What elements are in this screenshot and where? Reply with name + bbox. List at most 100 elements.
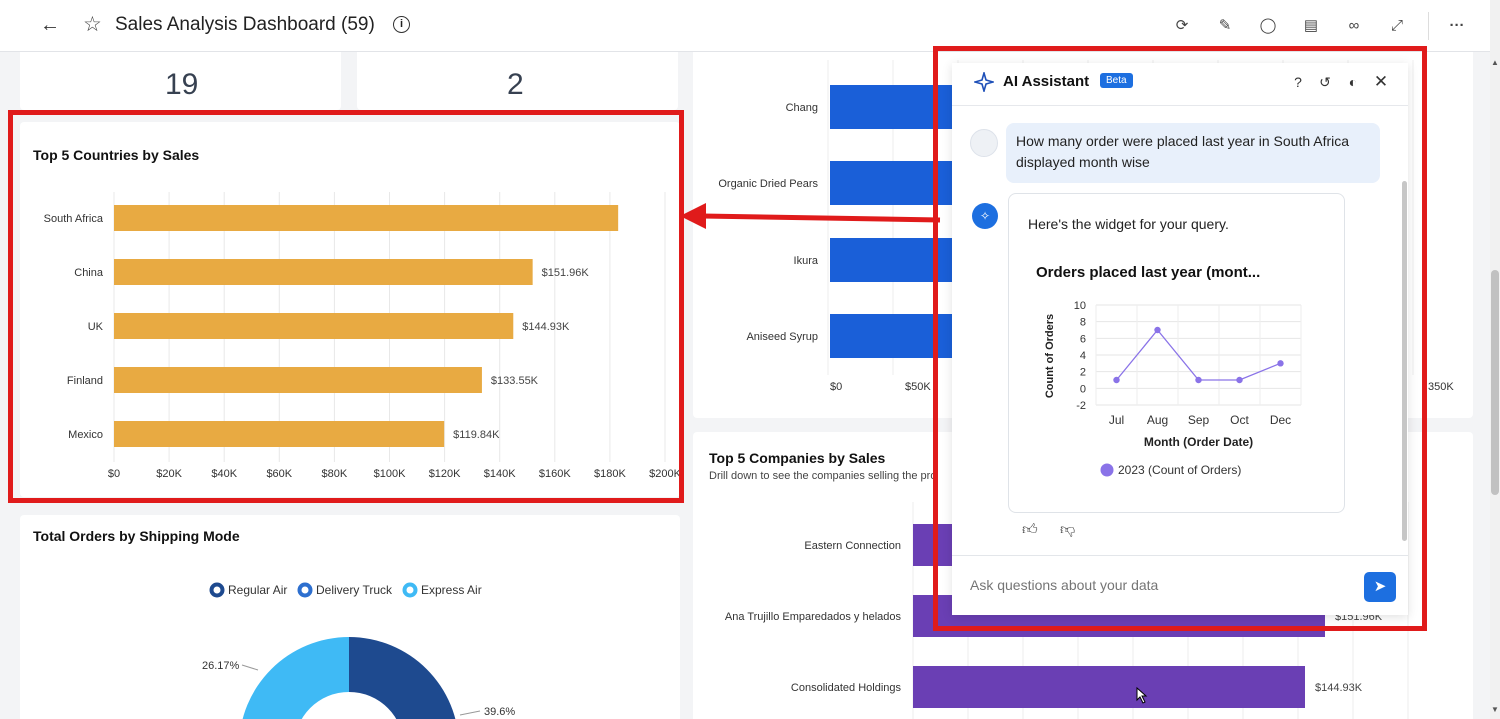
category-label: Consolidated Holdings <box>791 682 902 694</box>
x-tick-label: $140K <box>484 468 516 480</box>
category-label: Mexico <box>68 429 103 441</box>
legend-marker <box>297 582 313 598</box>
x-axis-title: Month (Order Date) <box>1144 435 1253 449</box>
leader-line <box>241 664 259 671</box>
data-label: $119.84K <box>453 429 500 441</box>
x-tick-label: $200K <box>649 468 680 480</box>
x-tick-label: $120K <box>429 468 461 480</box>
data-point <box>1113 376 1120 384</box>
y-tick-label: 0 <box>1080 383 1086 395</box>
legend-marker <box>1100 463 1114 477</box>
leader-line <box>459 710 481 716</box>
y-tick-label: 8 <box>1080 317 1086 329</box>
legend-marker <box>209 582 225 598</box>
chat-input[interactable] <box>970 570 1350 600</box>
thumbs-down-icon[interactable]: 👎︎ <box>1060 521 1075 539</box>
y-axis-title: Count of Orders <box>1044 314 1056 398</box>
data-label: $144.93K <box>522 321 570 333</box>
user-avatar <box>970 129 998 157</box>
x-tick-label: 350K <box>1428 381 1454 393</box>
x-tick-label: $0 <box>108 468 120 480</box>
refresh-icon[interactable]: ⟳ <box>1171 15 1193 37</box>
data-point <box>1154 326 1161 334</box>
data-point <box>1236 376 1243 384</box>
countries-bar-chart: $0 $20K $40K $60K $80K $100K $120K $140K $160K $1… <box>44 192 680 480</box>
schedule-icon[interactable]: ▤ <box>1300 15 1322 37</box>
data-label: $133.55K <box>491 375 539 387</box>
sparkle-icon <box>974 72 994 92</box>
chat-input-row: ➤ <box>952 555 1408 615</box>
x-tick-label: Aug <box>1147 413 1168 427</box>
more-icon[interactable]: ··· <box>1446 15 1468 37</box>
user-message: How many order were placed last year in … <box>1006 123 1380 183</box>
scroll-down-icon[interactable]: ▼ <box>1490 705 1500 714</box>
x-tick-label: $160K <box>539 468 571 480</box>
data-point <box>1277 360 1284 367</box>
page-title: Sales Analysis Dashboard (59) <box>115 14 375 35</box>
x-tick-label: $0 <box>830 381 842 393</box>
category-label: Finland <box>67 375 103 387</box>
category-label: Eastern Connection <box>804 540 901 552</box>
category-label: Chang <box>786 102 818 114</box>
category-label: China <box>74 267 104 279</box>
kpi-value: 2 <box>507 68 524 101</box>
y-tick-label: 10 <box>1074 300 1086 312</box>
x-tick-label: $20K <box>156 468 182 480</box>
x-tick-label: Dec <box>1270 413 1291 427</box>
x-tick-label: $180K <box>594 468 626 480</box>
bar <box>830 161 960 205</box>
x-tick-label: Sep <box>1188 413 1210 427</box>
bar <box>114 421 445 447</box>
header-divider <box>952 105 1408 106</box>
beta-badge: Beta <box>1100 73 1133 88</box>
back-arrow-icon[interactable]: ← <box>40 14 60 37</box>
x-tick-label: Oct <box>1230 413 1249 427</box>
edit-icon[interactable]: ✎ <box>1214 15 1236 37</box>
y-tick-label: 2 <box>1080 367 1086 379</box>
toolbar-divider <box>1428 12 1429 40</box>
bar <box>114 313 514 339</box>
close-icon[interactable]: ✕ <box>1372 73 1390 91</box>
bar <box>830 314 960 358</box>
page-scrollbar[interactable]: ▲ ▼ <box>1490 0 1500 719</box>
y-tick-label: 6 <box>1080 333 1086 345</box>
legend-label: Delivery Truck <box>316 583 393 597</box>
slice-label: 26.17% <box>202 660 240 672</box>
bar <box>830 85 960 129</box>
comment-icon[interactable]: ◯ <box>1257 15 1279 37</box>
send-button[interactable]: ➤ <box>1364 572 1396 602</box>
legend-label: Express Air <box>421 583 482 597</box>
shipping-donut-chart: Regular Air Delivery Truck Express Air 26.1… <box>202 582 515 719</box>
shipping-chart-card: Total Orders by Shipping Mode Regular Ai… <box>20 515 680 719</box>
legend-label: Regular Air <box>228 583 287 597</box>
y-tick-label: -2 <box>1076 400 1086 412</box>
category-label: Organic Dried Pears <box>718 178 818 190</box>
help-icon[interactable]: ? <box>1289 73 1307 91</box>
orders-line-chart[interactable]: 10 8 6 4 2 0 -2 Jul Aug Sep Oct Dec Month (Order Dat… <box>1009 194 1346 514</box>
data-point <box>1195 376 1202 384</box>
category-label: UK <box>88 321 104 333</box>
bot-response-card: Here's the widget for your query. Orders… <box>1008 193 1345 513</box>
scroll-thumb[interactable] <box>1491 270 1499 495</box>
bar <box>830 238 960 282</box>
x-tick-label: $100K <box>374 468 406 480</box>
x-tick-label: $60K <box>266 468 292 480</box>
theme-icon[interactable]: ◐ <box>1344 73 1362 91</box>
countries-chart-card: Top 5 Countries by Sales $0 $20K $40K $60K $… <box>20 122 680 497</box>
view-icon[interactable]: ∞ <box>1343 15 1365 37</box>
info-icon[interactable]: i <box>393 16 410 33</box>
star-icon[interactable]: ☆ <box>83 12 102 37</box>
reset-icon[interactable]: ↺ <box>1316 73 1334 91</box>
category-label: Ana Trujillo Emparedados y helados <box>725 611 902 623</box>
scroll-up-icon[interactable]: ▲ <box>1490 58 1500 67</box>
bar <box>913 666 1305 708</box>
category-label: South Africa <box>44 213 104 225</box>
legend-label: 2023 (Count of Orders) <box>1118 463 1241 477</box>
expand-icon[interactable]: ⤢ <box>1386 15 1408 37</box>
ai-assistant-panel: AI Assistant Beta ? ↺ ◐ ✕ How many order… <box>952 63 1408 615</box>
thumbs-up-icon[interactable]: 👍︎ <box>1022 521 1038 539</box>
top-bar: ← ☆ Sales Analysis Dashboard (59) i ⟳ ✎ … <box>0 0 1500 52</box>
data-label: $151.96K <box>542 267 590 279</box>
chat-scrollbar[interactable] <box>1402 181 1407 541</box>
bar <box>114 259 533 285</box>
